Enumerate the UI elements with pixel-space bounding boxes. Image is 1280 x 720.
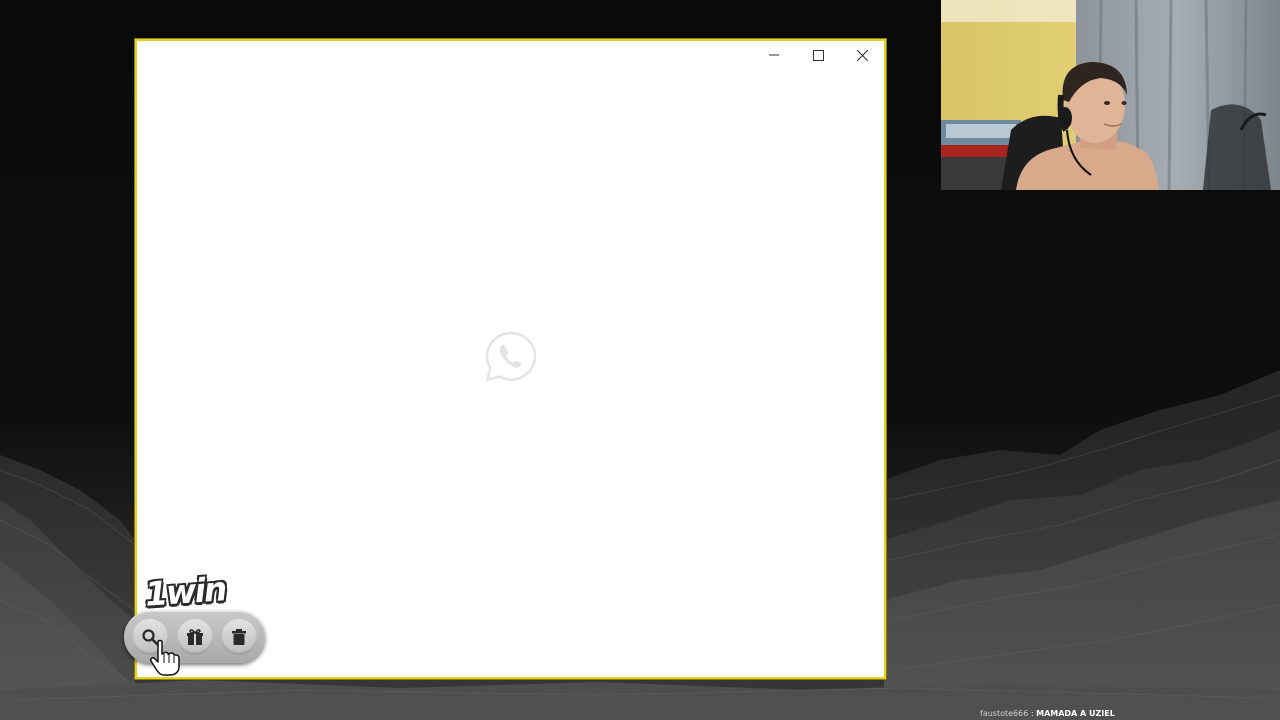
gift-icon <box>187 629 203 645</box>
brand-logo: 1win <box>143 569 227 614</box>
chat-separator: : <box>1028 709 1037 718</box>
sponsor-widget: 1win <box>123 568 268 676</box>
gift-button[interactable] <box>177 619 213 655</box>
minimize-button[interactable] <box>752 41 796 69</box>
webcam-image <box>941 0 1280 190</box>
sponsor-button-bar <box>124 611 265 663</box>
chat-text: MAMADA A UZIEL <box>1036 709 1115 718</box>
trash-icon <box>232 629 246 645</box>
window-controls <box>752 41 884 69</box>
close-icon <box>856 49 868 61</box>
stream-canvas: 1win faustote666: MAMADA A UZIEL <box>0 0 1280 720</box>
maximize-button[interactable] <box>796 41 840 69</box>
webcam-feed <box>941 0 1280 190</box>
minimize-icon <box>769 54 779 56</box>
close-button[interactable] <box>840 41 884 69</box>
hand-cursor-icon <box>150 639 180 676</box>
maximize-icon <box>812 49 824 61</box>
chat-username: faustote666 <box>980 709 1029 718</box>
trash-button[interactable] <box>221 619 257 655</box>
chat-message: faustote666 : MAMADA A UZIEL <box>980 708 1115 719</box>
whatsapp-icon <box>485 331 537 382</box>
